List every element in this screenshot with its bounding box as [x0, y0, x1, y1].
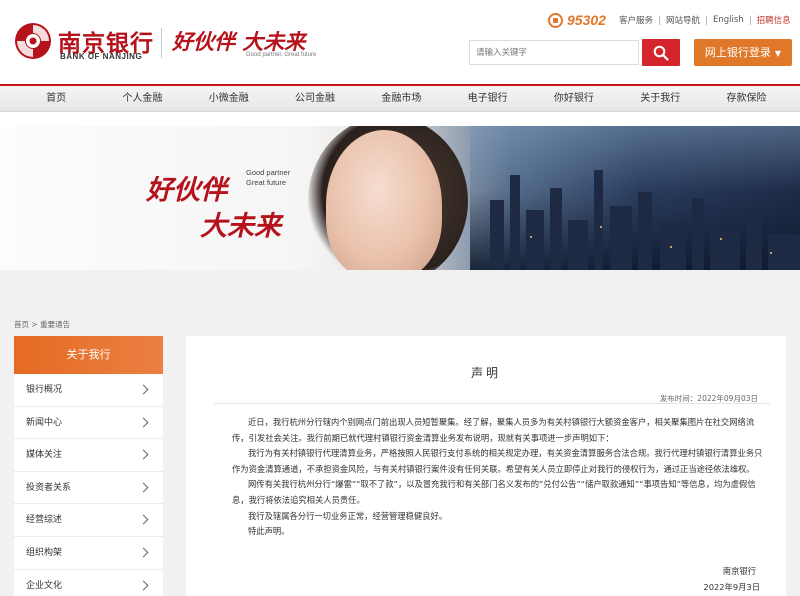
- banner-model-face: [326, 130, 442, 270]
- article-signature: 南京银行: [722, 566, 756, 576]
- chevron-right-icon: [138, 514, 149, 525]
- chevron-down-icon: ▼: [774, 49, 782, 58]
- nav-item-personal[interactable]: 个人金融: [99, 86, 185, 111]
- nav-item-hello-bank[interactable]: 你好银行: [531, 86, 617, 111]
- nav-item-small-business[interactable]: 小微金融: [186, 86, 272, 111]
- recruitment-link[interactable]: 招聘信息: [751, 14, 797, 26]
- sidebar-item-label: 经营综述: [26, 515, 63, 526]
- english-link[interactable]: English: [707, 15, 750, 25]
- article-title: 声明: [470, 366, 501, 380]
- article-paragraph: 近日，我行杭州分行辖内个别网点门前出现人员短暂聚集。经了解，聚集人员多为有关村镇…: [232, 417, 755, 443]
- banner-slogan-line2: 大未来: [200, 211, 281, 242]
- building: [594, 170, 603, 270]
- building: [768, 234, 800, 270]
- building: [550, 188, 562, 270]
- site-nav-link[interactable]: 网站导航: [660, 14, 706, 26]
- sidebar-item-label: 企业文化: [26, 580, 63, 591]
- sidebar-item-corporate-culture[interactable]: 企业文化: [14, 570, 163, 596]
- breadcrumb-home[interactable]: 首页: [14, 320, 29, 329]
- sidebar-item-bank-overview[interactable]: 银行概况: [14, 374, 163, 407]
- city-light: [530, 236, 532, 238]
- nav-item-home[interactable]: 首页: [13, 86, 99, 111]
- chevron-right-icon: [138, 547, 149, 558]
- sidebar-item-label: 组织构架: [26, 547, 63, 558]
- sidebar: 关于我行 银行概况 新闻中心 媒体关注 投资者关系 经营综述 组织构架 企业文化: [14, 336, 163, 596]
- building: [710, 230, 740, 270]
- nav-item-corporate[interactable]: 公司金融: [272, 86, 358, 111]
- chevron-right-icon: [138, 384, 149, 395]
- banner-slogan-en1: Good partner: [246, 168, 291, 177]
- sidebar-item-label: 银行概况: [26, 385, 63, 395]
- nav-item-deposit-insurance[interactable]: 存款保险: [703, 86, 789, 111]
- search-input[interactable]: [469, 40, 639, 65]
- online-banking-login-button[interactable]: 网上银行登录 ▼: [694, 39, 792, 66]
- article-paragraph: 特此声明。: [248, 526, 290, 537]
- sidebar-item-media[interactable]: 媒体关注: [14, 439, 163, 472]
- chevron-right-icon: [138, 449, 149, 460]
- building: [610, 206, 632, 270]
- search-icon: [653, 45, 669, 61]
- bank-logo-icon[interactable]: [14, 22, 52, 60]
- building: [568, 220, 588, 270]
- breadcrumb-separator: >: [31, 320, 38, 329]
- building: [746, 212, 762, 270]
- brand-name-en: BANK OF NANJING: [60, 52, 143, 61]
- building: [490, 200, 504, 270]
- city-light: [670, 246, 672, 248]
- nav-item-e-banking[interactable]: 电子银行: [444, 86, 530, 111]
- hero-banner[interactable]: 好伙伴 大未来 Good partner Great future: [0, 126, 800, 270]
- main-nav: 首页 个人金融 小微金融 公司金融 金融市场 电子银行 你好银行 关于我行 存款…: [0, 84, 800, 112]
- divider: [214, 403, 770, 404]
- sidebar-title: 关于我行: [14, 336, 163, 374]
- nav-item-about-us[interactable]: 关于我行: [617, 86, 703, 111]
- building: [660, 222, 686, 270]
- brand-divider: [161, 28, 162, 58]
- sidebar-item-news-center[interactable]: 新闻中心: [14, 407, 163, 440]
- site-header: 南京银行 BANK OF NANJING 好伙伴 大未来 Good partne…: [0, 0, 800, 84]
- sidebar-item-investor-relations[interactable]: 投资者关系: [14, 472, 163, 505]
- article-body: 近日，我行杭州分行辖内个别网点门前出现人员短暂聚集。经了解，聚集人员多为有关村镇…: [232, 415, 769, 540]
- city-skyline-image: [470, 126, 800, 270]
- chevron-right-icon: [138, 417, 149, 428]
- chevron-right-icon: [138, 482, 149, 493]
- nav-item-financial-markets[interactable]: 金融市场: [358, 86, 444, 111]
- building: [638, 192, 652, 270]
- building: [510, 175, 520, 270]
- customer-service-link[interactable]: 客户服务: [613, 14, 659, 26]
- article-sign-date: 2022年9月3日: [703, 582, 760, 592]
- hotline-number: 95302: [567, 12, 606, 28]
- banner-slogan-line1: 好伙伴: [146, 175, 227, 206]
- sidebar-item-label: 媒体关注: [26, 450, 63, 461]
- sidebar-item-organization[interactable]: 组织构架: [14, 537, 163, 570]
- article-paragraph: 网传有关我行杭州分行“爆雷”“取不了款”，以及冒充我行和有关部门名义发布的“兑付…: [232, 479, 756, 505]
- sidebar-item-label: 投资者关系: [26, 482, 72, 493]
- breadcrumb: 首页 > 重要通告: [14, 319, 70, 330]
- announcement-article: 声明 发布时间：2022年09月03日 近日，我行杭州分行辖内个别网点门前出现人…: [186, 336, 786, 596]
- chevron-right-icon: [138, 580, 149, 591]
- sidebar-item-label: 新闻中心: [26, 417, 63, 428]
- banner-slogan-en2: Great future: [246, 178, 287, 187]
- search-button[interactable]: [642, 39, 680, 66]
- sidebar-item-business-review[interactable]: 经营综述: [14, 504, 163, 537]
- top-links-bar: 95302 客户服务 网站导航 English 招聘信息: [548, 12, 797, 28]
- article-paragraph: 我行及辖属各分行一切业务正常，经营管理稳健良好。: [248, 510, 448, 521]
- building: [692, 198, 704, 270]
- city-light: [600, 226, 602, 228]
- login-label: 网上银行登录: [704, 46, 771, 59]
- city-light: [720, 238, 722, 240]
- building: [526, 210, 544, 270]
- breadcrumb-current[interactable]: 重要通告: [40, 320, 70, 329]
- city-light: [770, 252, 772, 254]
- phone-icon: [548, 12, 563, 28]
- article-paragraph: 我行为有关村镇银行代理清算业务，严格按照人民银行支付系统的相关规定办理，有关资金…: [232, 448, 763, 474]
- header-slogan-en: Good partner, Great future: [246, 52, 317, 58]
